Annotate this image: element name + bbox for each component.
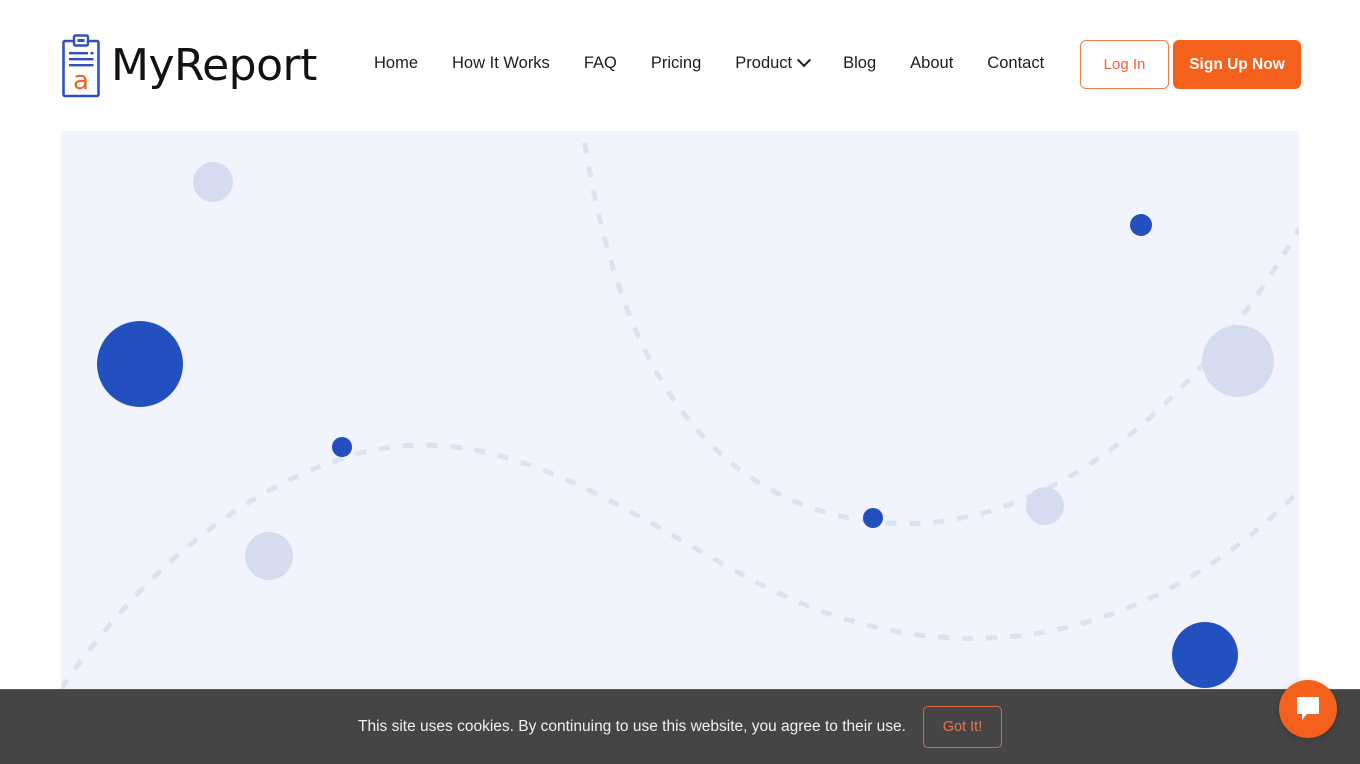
nav-label: Home	[374, 54, 419, 72]
chat-widget-button[interactable]	[1279, 680, 1337, 738]
circle-dark-top-right	[1130, 214, 1152, 236]
sign-up-now-button[interactable]: Sign Up Now	[1173, 40, 1301, 89]
nav-label: About	[910, 54, 954, 72]
circle-dark-bottom-right	[1172, 622, 1238, 688]
header-actions: Log In Sign Up Now	[1080, 40, 1301, 89]
circle-light-center-right	[1026, 487, 1064, 525]
svg-text:a: a	[73, 66, 89, 96]
circle-dark-left	[97, 321, 183, 407]
nav-label: How It Works	[452, 54, 550, 72]
nav-item-how-it-works[interactable]: How It Works	[452, 52, 550, 74]
cookie-message: This site uses cookies. By continuing to…	[358, 718, 906, 735]
nav-label: Product	[735, 54, 793, 72]
clipboard-icon: a	[61, 33, 101, 99]
nav-label: FAQ	[583, 54, 617, 72]
chevron-down-icon	[797, 53, 812, 68]
cookie-accept-button[interactable]: Got It!	[922, 706, 1002, 748]
nav-item-product[interactable]: Product	[735, 52, 812, 74]
hero-panel	[61, 131, 1299, 689]
nav-item-blog[interactable]: Blog	[843, 52, 876, 74]
chat-bubble-icon	[1293, 693, 1323, 726]
dashed-curve-lower	[61, 442, 1299, 689]
page-root: a MyReport Home How It Works FAQ Pricing…	[0, 0, 1360, 764]
nav-label: Contact	[987, 54, 1045, 72]
circle-light-right	[1202, 325, 1274, 397]
nav-label: Pricing	[650, 54, 702, 72]
nav-item-faq[interactable]: FAQ	[584, 52, 617, 74]
nav-item-pricing[interactable]: Pricing	[651, 52, 701, 74]
dashed-curve-upper	[580, 131, 1299, 527]
nav-item-about[interactable]: About	[910, 52, 953, 74]
circle-dark-small-mid-left	[332, 437, 352, 457]
cookie-consent-banner: This site uses cookies. By continuing to…	[0, 689, 1360, 764]
brand-name: MyReport	[111, 40, 317, 91]
circle-dark-small-center	[863, 508, 883, 528]
site-header: a MyReport Home How It Works FAQ Pricing…	[0, 0, 1360, 131]
circle-light-lower-left	[245, 532, 293, 580]
hero-decoration-graphic	[61, 131, 1299, 689]
nav-label: Blog	[843, 54, 877, 72]
nav-item-contact[interactable]: Contact	[987, 52, 1044, 74]
log-in-button[interactable]: Log In	[1080, 40, 1169, 89]
brand-logo-link[interactable]: a MyReport	[61, 33, 317, 99]
main-navigation: Home How It Works FAQ Pricing Product Bl…	[374, 52, 1044, 74]
circle-light-top-left	[193, 162, 233, 202]
nav-item-home[interactable]: Home	[374, 52, 418, 74]
